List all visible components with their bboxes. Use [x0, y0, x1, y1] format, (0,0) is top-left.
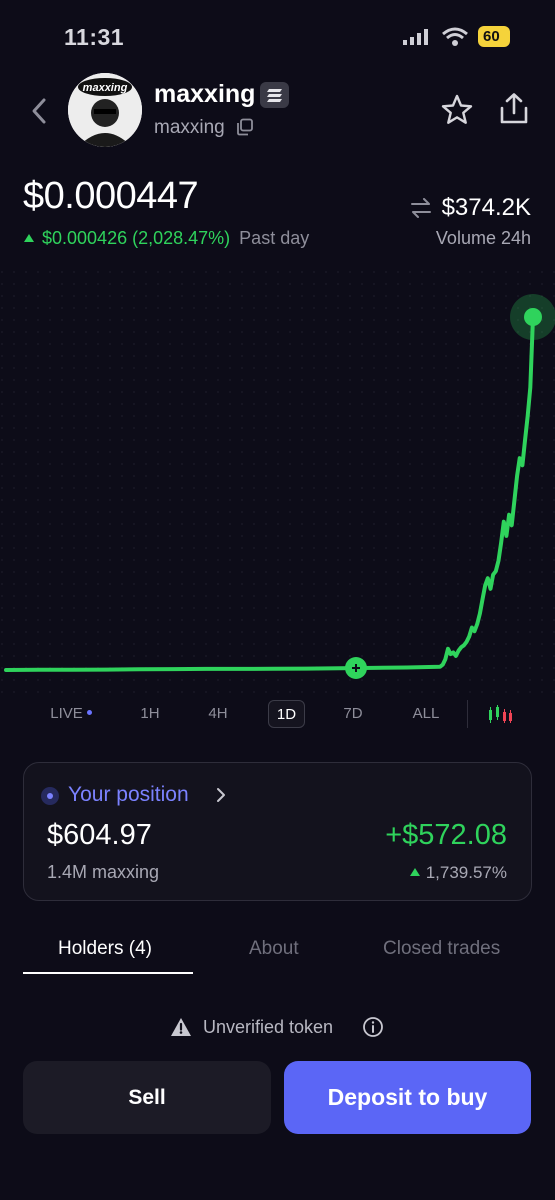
- avatar: maxxing: [68, 73, 142, 147]
- timeframe-1d[interactable]: 1D: [268, 700, 305, 728]
- timeframe-label: ALL: [412, 705, 440, 722]
- share-icon[interactable]: [497, 92, 531, 126]
- chart-marker-button[interactable]: [345, 657, 367, 679]
- timeframe-label: 4H: [208, 705, 228, 722]
- position-title: Your position: [68, 783, 189, 806]
- timeframe-selector: LIVE 1H 4H 1D 7D ALL: [0, 700, 555, 730]
- tab-about[interactable]: About: [249, 938, 299, 960]
- unverified-notice-text: Unverified token: [203, 1017, 334, 1037]
- timeframe-label: 1D: [276, 706, 297, 723]
- timeframe-1h[interactable]: 1H: [131, 700, 169, 728]
- warning-icon: [171, 1018, 191, 1036]
- favorite-star-icon[interactable]: [440, 93, 474, 127]
- timeframe-label: 1H: [140, 705, 160, 722]
- volume-label: Volume 24h: [435, 228, 531, 248]
- position-value: $604.97: [47, 819, 152, 851]
- timeframe-label: LIVE: [50, 705, 83, 722]
- timeframe-7d[interactable]: 7D: [334, 700, 372, 728]
- copy-icon[interactable]: [236, 118, 254, 136]
- token-symbol: maxxing: [154, 117, 225, 138]
- chart-grid: [0, 270, 555, 700]
- price-chart[interactable]: [0, 270, 555, 700]
- position-pnl-percent-value: 1,739.57%: [425, 863, 507, 882]
- token-name: maxxing: [154, 80, 256, 108]
- avatar-image: maxxing: [68, 73, 142, 147]
- position-amount: 1.4M maxxing: [47, 862, 160, 882]
- timeframe-live[interactable]: LIVE: [46, 700, 96, 728]
- price-change-row: $0.000426 (2,028.47%) Past day: [24, 228, 309, 249]
- wifi-icon: [442, 27, 468, 46]
- chain-badge-icon: [260, 82, 289, 108]
- battery-badge: 60: [478, 26, 510, 47]
- volume-value: $374.2K: [441, 194, 531, 221]
- token-detail-screen: 11:31 60 maxxing maxxing maxxing $0.0004…: [0, 0, 555, 1200]
- sell-button[interactable]: Sell: [23, 1061, 271, 1134]
- status-bar: 11:31 60: [0, 0, 555, 70]
- avatar-logo-text: maxxing: [83, 82, 128, 94]
- back-button[interactable]: [26, 94, 54, 128]
- position-card[interactable]: Your position $604.97 1.4M maxxing +$572…: [23, 762, 532, 901]
- active-tab-underline: [23, 972, 193, 974]
- swap-arrows-icon: [411, 198, 431, 218]
- up-arrow-icon: [409, 868, 420, 876]
- candlestick-chart-icon[interactable]: [487, 704, 513, 724]
- chevron-right-icon: [217, 788, 225, 802]
- price-change-value: $0.000426 (2,028.47%): [42, 228, 231, 248]
- timeframe-4h[interactable]: 4H: [199, 700, 237, 728]
- deposit-to-buy-button[interactable]: Deposit to buy: [284, 1061, 531, 1134]
- tab-holders[interactable]: Holders (4): [58, 938, 152, 960]
- price-change-period: Past day: [239, 228, 310, 248]
- info-icon[interactable]: [362, 1016, 384, 1038]
- timeframe-divider: [467, 700, 468, 728]
- position-dot-icon: [41, 787, 59, 805]
- token-price: $0.000447: [23, 175, 199, 217]
- up-arrow-icon: [24, 234, 34, 242]
- position-pnl: +$572.08: [385, 819, 507, 851]
- signal-icon: [403, 29, 428, 45]
- timeframe-label: 7D: [343, 705, 363, 722]
- status-time: 11:31: [64, 24, 125, 50]
- timeframe-all[interactable]: ALL: [403, 700, 449, 728]
- tab-closed-trades[interactable]: Closed trades: [383, 938, 500, 960]
- chart-last-price-dot: [524, 308, 542, 326]
- live-indicator-dot: [86, 710, 92, 715]
- position-pnl-percent: 1,739.57%: [409, 863, 507, 883]
